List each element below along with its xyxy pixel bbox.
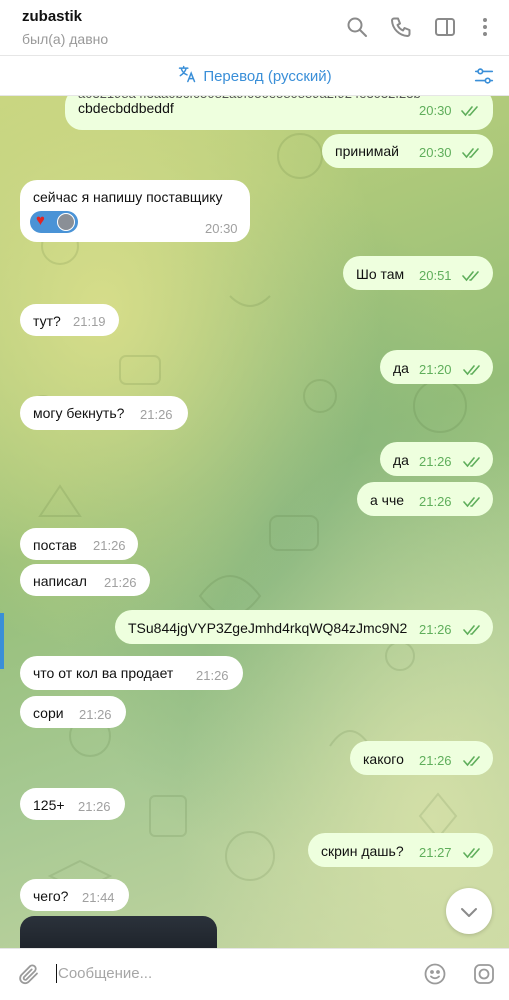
- message-time: 20:30: [419, 103, 452, 118]
- message-bubble-incoming[interactable]: тут? 21:19: [20, 304, 119, 336]
- message-text: сейчас я напишу поставщику: [33, 189, 223, 205]
- message-bubble-outgoing[interactable]: a032198a4f3aa0bcf05082a9f050e580889a2f92…: [65, 96, 493, 130]
- message-time: 21:26: [419, 622, 452, 637]
- message-text: принимай: [335, 143, 399, 159]
- translate-label: Перевод (русский): [203, 67, 332, 85]
- message-time: 21:26: [419, 753, 452, 768]
- message-bubble-incoming[interactable]: сейчас я напишу поставщику ♥ 20:30: [20, 180, 250, 242]
- chat-title[interactable]: zubastik: [22, 8, 82, 25]
- double-check-icon: [462, 147, 482, 159]
- message-text: постав: [33, 537, 77, 553]
- message-time: 21:26: [196, 668, 229, 683]
- last-seen-status: был(а) давно: [22, 31, 109, 47]
- message-bubble-outgoing[interactable]: да 21:20: [380, 350, 493, 384]
- message-time: 21:26: [104, 575, 137, 590]
- message-bubble-outgoing[interactable]: да 21:26: [380, 442, 493, 476]
- double-check-icon: [463, 624, 483, 636]
- message-bubble-outgoing[interactable]: а чче 21:26: [357, 482, 493, 516]
- message-time: 21:19: [73, 314, 106, 329]
- message-text: cbdecbddbeddf: [78, 100, 174, 116]
- camera-icon[interactable]: [472, 962, 496, 986]
- message-text: могу бекнуть?: [33, 405, 125, 421]
- message-text: 125+: [33, 797, 65, 813]
- translate-bar: Перевод (русский): [0, 56, 509, 96]
- message-bubble-incoming[interactable]: чего? 21:44: [20, 879, 129, 911]
- more-icon[interactable]: [473, 15, 497, 39]
- message-bubble-incoming[interactable]: постав 21:26: [20, 528, 138, 560]
- message-time: 20:30: [205, 221, 238, 236]
- message-bubble-outgoing[interactable]: скрин дашь? 21:27: [308, 833, 493, 867]
- message-time: 21:20: [419, 362, 452, 377]
- message-time: 20:30: [419, 145, 452, 160]
- message-time: 21:26: [78, 799, 111, 814]
- message-text: чего?: [33, 888, 69, 904]
- double-check-icon: [461, 105, 481, 117]
- message-text: написал: [33, 573, 87, 589]
- sidebar-icon[interactable]: [433, 15, 457, 39]
- selection-indicator: [0, 613, 4, 669]
- message-text: да: [393, 452, 409, 468]
- message-time: 21:26: [140, 407, 173, 422]
- message-time: 20:51: [419, 268, 452, 283]
- message-bubble-incoming[interactable]: что от кол ва продает 21:26: [20, 656, 243, 690]
- phone-icon[interactable]: [389, 15, 413, 39]
- message-text: TSu844jgVYP3ZgeJmhd4rkqWQ84zJmc9N2: [128, 620, 408, 636]
- message-text: а чче: [370, 492, 405, 508]
- double-check-icon: [463, 456, 483, 468]
- text-caret: [56, 964, 57, 983]
- message-input[interactable]: [58, 959, 398, 987]
- heart-icon: ♥: [36, 212, 45, 229]
- message-text: да: [393, 360, 409, 376]
- double-check-icon: [463, 496, 483, 508]
- message-time: 21:26: [419, 494, 452, 509]
- translate-icon: [177, 64, 197, 88]
- message-text: какого: [363, 751, 404, 767]
- message-composer: [0, 948, 509, 1000]
- message-text: сори: [33, 705, 64, 721]
- message-time: 21:26: [79, 707, 112, 722]
- message-bubble-outgoing[interactable]: TSu844jgVYP3ZgeJmhd4rkqWQ84zJmc9N2 21:26: [115, 610, 493, 644]
- message-bubble-incoming[interactable]: сори 21:26: [20, 696, 126, 728]
- avatar: [57, 213, 75, 231]
- message-bubble-incoming[interactable]: 125+ 21:26: [20, 788, 125, 820]
- message-bubble-outgoing[interactable]: Шо там 20:51: [343, 256, 493, 290]
- emoji-icon[interactable]: [423, 962, 447, 986]
- translate-button[interactable]: Перевод (русский): [0, 56, 509, 96]
- message-time: 21:26: [93, 538, 126, 553]
- chat-header: zubastik был(а) давно: [0, 0, 509, 56]
- message-time: 21:27: [419, 845, 452, 860]
- chat-area[interactable]: a032198a4f3aa0bcf05082a9f050e580889a2f92…: [0, 96, 509, 948]
- message-text: что от кол ва продает: [33, 665, 174, 681]
- double-check-icon: [463, 755, 483, 767]
- message-text: тут?: [33, 313, 61, 329]
- search-icon[interactable]: [345, 15, 369, 39]
- double-check-icon: [463, 847, 483, 859]
- chevron-down-icon: [461, 908, 477, 917]
- message-bubble-outgoing[interactable]: какого 21:26: [350, 741, 493, 775]
- message-time: 21:44: [82, 890, 115, 905]
- scroll-down-button[interactable]: [446, 888, 492, 934]
- message-bubble-incoming[interactable]: написал 21:26: [20, 564, 150, 596]
- settings-icon[interactable]: [473, 65, 495, 87]
- message-bubble-incoming[interactable]: могу бекнуть? 21:26: [20, 396, 188, 430]
- attach-icon[interactable]: [17, 962, 41, 986]
- double-check-icon: [463, 364, 483, 376]
- double-check-icon: [462, 270, 482, 282]
- heart-reaction[interactable]: ♥: [30, 211, 78, 233]
- message-bubble-outgoing[interactable]: принимай 20:30: [322, 134, 493, 168]
- message-text: скрин дашь?: [321, 843, 404, 859]
- message-text: Шо там: [356, 266, 405, 282]
- message-time: 21:26: [419, 454, 452, 469]
